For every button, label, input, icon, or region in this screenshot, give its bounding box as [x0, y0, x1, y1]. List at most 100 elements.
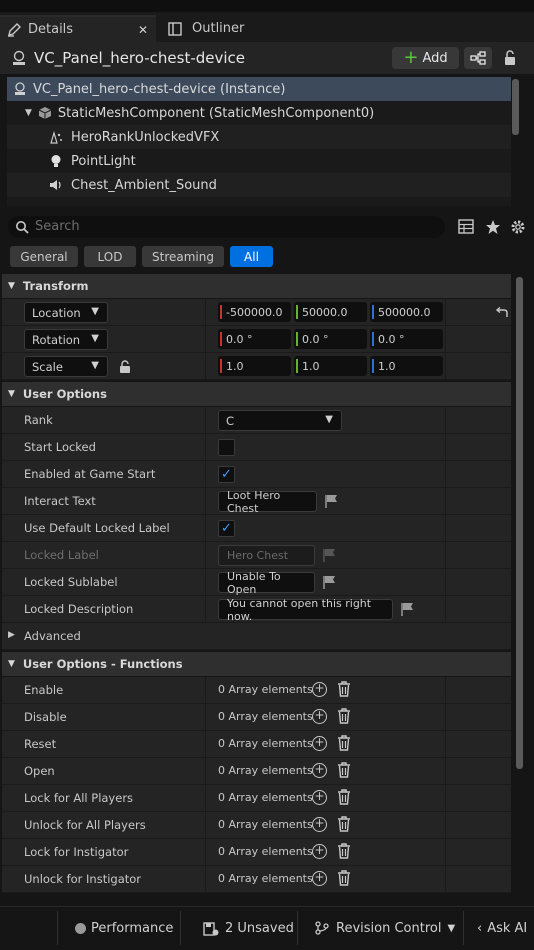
localization-flag-icon[interactable] [324, 494, 338, 508]
blueprint-button[interactable] [464, 47, 492, 69]
unlock-icon[interactable] [502, 50, 518, 66]
table-view-icon[interactable] [458, 219, 474, 234]
vfx-icon [50, 130, 62, 144]
filter-all-button[interactable]: All [230, 246, 273, 267]
scale-z-field[interactable]: 1.0 [370, 356, 443, 376]
collapse-arrow-icon: ▼ [8, 389, 15, 399]
actor-icon [15, 82, 25, 95]
unsaved-files-icon [203, 921, 219, 936]
add-element-icon[interactable]: + [312, 844, 327, 859]
advanced-row[interactable]: ▶ Advanced [2, 623, 511, 650]
rotation-dropdown[interactable]: Rotation ▼ [24, 329, 108, 350]
enabled-row: Enabled at Game Start ✓ [2, 461, 511, 488]
use-default-checkbox[interactable]: ✓ [218, 520, 235, 537]
start-locked-checkbox[interactable] [218, 439, 235, 456]
function-row: Open 0 Array elements + [2, 758, 511, 785]
scale-dropdown[interactable]: Scale ▼ [24, 356, 108, 377]
tree-item-sound[interactable]: Chest_Ambient_Sound [7, 173, 511, 197]
trash-icon[interactable] [337, 870, 351, 886]
locked-description-field[interactable]: You cannot open this right now. [218, 597, 393, 623]
interact-text-field[interactable]: Loot Hero Chest [218, 489, 317, 515]
trash-icon[interactable] [337, 735, 351, 751]
chevron-down-icon: ▼ [325, 414, 333, 425]
rotation-label: Rotation [32, 332, 81, 347]
close-icon[interactable]: ✕ [138, 23, 148, 37]
tree-item-instance[interactable]: VC_Panel_hero-chest-device (Instance) [7, 77, 511, 101]
add-element-icon[interactable]: + [312, 790, 327, 805]
section-transform[interactable]: ▼ Transform [2, 274, 511, 298]
section-user-options[interactable]: ▼ User Options [2, 382, 511, 406]
search-input[interactable]: Search [8, 216, 445, 238]
rotation-x-field[interactable]: 0.0 ° [218, 329, 291, 349]
locked-sublabel-field[interactable]: Unable To Open [218, 570, 315, 596]
star-icon[interactable] [485, 219, 501, 235]
tree-item-vfx[interactable]: HeroRankUnlockedVFX [7, 125, 511, 149]
trash-icon[interactable] [337, 708, 351, 724]
trash-icon[interactable] [337, 681, 351, 697]
scale-y-field[interactable]: 1.0 [294, 356, 367, 376]
scale-x-field[interactable]: 1.0 [218, 356, 291, 376]
tree-item-pointlight[interactable]: PointLight [7, 149, 511, 173]
tab-bar: Details ✕ Outliner [0, 12, 534, 42]
localization-flag-icon[interactable] [322, 575, 336, 589]
add-element-icon[interactable]: + [312, 817, 327, 832]
outliner-icon [168, 21, 182, 36]
ask-ai-button[interactable]: ‹ Ask AI [477, 914, 527, 942]
array-count: 0 Array elements [218, 764, 313, 777]
section-user-options-functions[interactable]: ▼ User Options - Functions [2, 652, 511, 676]
lock-ratio-icon[interactable] [118, 360, 132, 374]
tree-item-label: HeroRankUnlockedVFX [71, 129, 220, 145]
trash-icon[interactable] [337, 843, 351, 859]
location-x-field[interactable]: -500000.0 [218, 302, 291, 322]
settings-gear-icon[interactable] [510, 219, 526, 235]
filter-lod-button[interactable]: LOD [84, 246, 136, 267]
filter-streaming-button[interactable]: Streaming [142, 246, 224, 267]
status-bar: Performance 2 Unsaved Revision Control ▼… [0, 906, 534, 950]
array-count: 0 Array elements [218, 791, 313, 804]
trash-icon[interactable] [337, 762, 351, 778]
add-element-icon[interactable]: + [312, 871, 327, 886]
collapse-arrow-icon[interactable]: ▼ [25, 108, 32, 118]
locked-sublabel-label: Locked Sublabel [24, 575, 118, 589]
add-element-icon[interactable]: + [312, 682, 327, 697]
enabled-checkbox[interactable]: ✓ [218, 466, 235, 483]
rotation-y-field[interactable]: 0.0 ° [294, 329, 367, 349]
branch-icon [315, 921, 329, 935]
start-locked-row: Start Locked [2, 434, 511, 461]
interact-text-row: Interact Text Loot Hero Chest [2, 488, 511, 515]
transform-scale-row: Scale ▼ 1.0 1.0 1.0 [2, 353, 511, 380]
localization-flag-icon[interactable] [400, 602, 414, 616]
add-element-icon[interactable]: + [312, 736, 327, 751]
tree-item-staticmesh[interactable]: ▼ StaticMeshComponent (StaticMeshCompone… [7, 101, 511, 125]
revision-control-button[interactable]: Revision Control ▼ [315, 914, 455, 942]
tree-scrollbar[interactable] [512, 79, 519, 135]
trash-icon[interactable] [337, 816, 351, 832]
add-component-button[interactable]: + Add [392, 47, 459, 69]
interact-text-label: Interact Text [24, 494, 96, 508]
tab-outliner[interactable]: Outliner [162, 15, 282, 42]
rank-dropdown[interactable]: C ▼ [218, 410, 342, 431]
unsaved-button[interactable]: 2 Unsaved [203, 914, 294, 942]
tab-details[interactable]: Details ✕ [0, 15, 156, 42]
add-element-icon[interactable]: + [312, 709, 327, 724]
value: 0.0 ° [302, 332, 329, 346]
filter-general-button[interactable]: General [10, 246, 78, 267]
add-element-icon[interactable]: + [312, 763, 327, 778]
rank-row: Rank C ▼ [2, 407, 511, 434]
trash-icon[interactable] [337, 789, 351, 805]
tab-outliner-label: Outliner [192, 21, 245, 36]
location-y-field[interactable]: 50000.0 [294, 302, 367, 322]
chevron-left-icon: ‹ [477, 920, 483, 936]
rotation-z-field[interactable]: 0.0 ° [370, 329, 443, 349]
transform-location-row: Location ▼ -500000.0 50000.0 500000.0 [2, 299, 511, 326]
value: 1.0 [226, 359, 244, 373]
location-dropdown[interactable]: Location ▼ [24, 302, 108, 323]
function-row: Lock for Instigator 0 Array elements + [2, 839, 511, 866]
function-label: Disable [24, 710, 67, 724]
reset-arrow-icon[interactable] [495, 307, 509, 319]
chevron-down-icon: ▼ [91, 306, 99, 317]
performance-button[interactable]: Performance [75, 914, 173, 942]
details-scrollbar[interactable] [516, 277, 523, 769]
location-z-field[interactable]: 500000.0 [370, 302, 443, 322]
function-label: Reset [24, 737, 57, 751]
